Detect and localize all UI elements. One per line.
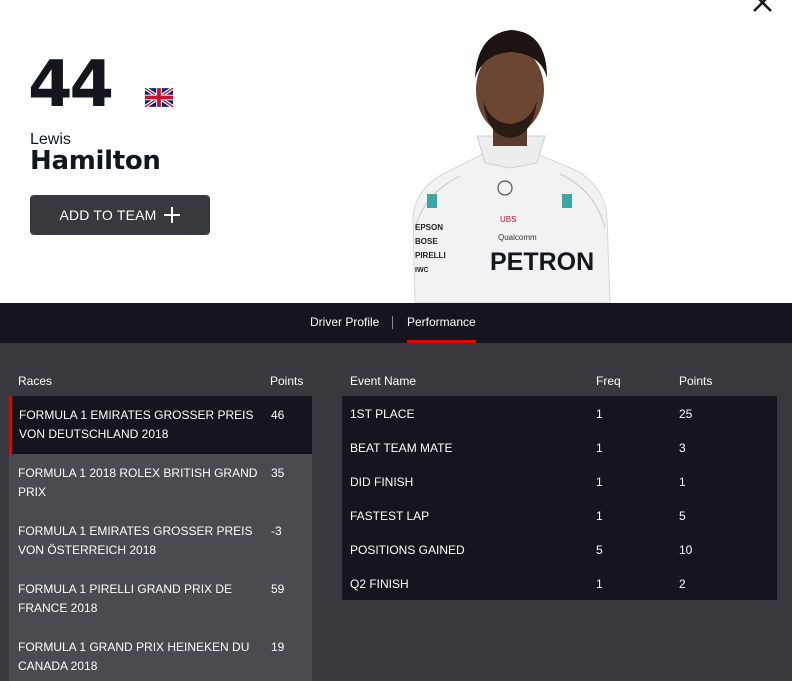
event-points: 2 bbox=[679, 577, 686, 591]
svg-text:Qualcomm: Qualcomm bbox=[498, 233, 537, 242]
event-row: DID FINISH 1 1 bbox=[342, 464, 777, 498]
svg-text:EPSON: EPSON bbox=[415, 223, 443, 232]
tab-label: Performance bbox=[407, 315, 476, 329]
tab-label: Driver Profile bbox=[310, 315, 380, 329]
event-freq: 1 bbox=[596, 407, 603, 421]
event-freq: 1 bbox=[596, 577, 603, 591]
event-points-column-header: Points bbox=[679, 374, 713, 388]
tab-driver-profile[interactable]: Driver Profile bbox=[310, 303, 379, 343]
event-name: BEAT TEAM MATE bbox=[350, 441, 453, 455]
race-name: FORMULA 1 2018 ROLEX BRITISH GRAND PRIX bbox=[18, 466, 258, 499]
event-freq: 1 bbox=[596, 441, 603, 455]
svg-text:BOSE: BOSE bbox=[415, 237, 438, 246]
race-points: 59 bbox=[271, 582, 285, 596]
race-row[interactable]: FORMULA 1 EMIRATES GROSSER PREIS VON ÖST… bbox=[9, 512, 312, 570]
event-row: Q2 FINISH 1 2 bbox=[342, 566, 777, 600]
race-name: FORMULA 1 EMIRATES GROSSER PREIS VON DEU… bbox=[19, 408, 254, 441]
uk-flag-icon bbox=[145, 87, 173, 108]
race-points: 35 bbox=[271, 466, 285, 480]
race-row[interactable]: FORMULA 1 2018 ROLEX BRITISH GRAND PRIX … bbox=[9, 454, 312, 512]
event-name: 1ST PLACE bbox=[350, 407, 415, 421]
svg-text:PIRELLI: PIRELLI bbox=[415, 251, 446, 260]
event-name: Q2 FINISH bbox=[350, 577, 409, 591]
race-points: -3 bbox=[271, 524, 282, 538]
event-points: 25 bbox=[679, 407, 693, 421]
svg-text:PETRON: PETRON bbox=[490, 248, 594, 276]
race-row[interactable]: FORMULA 1 EMIRATES GROSSER PREIS VON DEU… bbox=[9, 396, 312, 454]
race-name: FORMULA 1 GRAND PRIX HEINEKEN DU CANADA … bbox=[18, 640, 250, 673]
event-freq: 1 bbox=[596, 509, 603, 523]
event-freq: 1 bbox=[596, 475, 603, 489]
close-icon bbox=[753, 0, 772, 12]
driver-hero: 44 Lewis Hamilton ADD TO TEAM PETRON Qua… bbox=[0, 0, 792, 303]
event-row: 1ST PLACE 1 25 bbox=[342, 396, 777, 430]
race-row[interactable]: FORMULA 1 GRAND PRIX HEINEKEN DU CANADA … bbox=[9, 628, 312, 681]
svg-text:UBS: UBS bbox=[500, 215, 516, 224]
tab-performance[interactable]: Performance bbox=[407, 303, 476, 343]
race-name: FORMULA 1 EMIRATES GROSSER PREIS VON ÖST… bbox=[18, 524, 253, 557]
race-points-column-header: Points bbox=[270, 374, 304, 388]
driver-portrait: PETRON Qualcomm UBS EPSON BOSE PIRELLI I… bbox=[405, 18, 615, 303]
driver-number: 44 bbox=[28, 48, 114, 122]
add-to-team-button[interactable]: ADD TO TEAM bbox=[30, 195, 210, 235]
race-points: 19 bbox=[271, 640, 285, 654]
active-tab-indicator bbox=[407, 340, 476, 343]
close-button[interactable] bbox=[750, 0, 776, 16]
event-row: BEAT TEAM MATE 1 3 bbox=[342, 430, 777, 464]
races-table: FORMULA 1 EMIRATES GROSSER PREIS VON DEU… bbox=[9, 396, 312, 681]
driver-last-name: Hamilton bbox=[30, 146, 161, 176]
event-row: FASTEST LAP 1 5 bbox=[342, 498, 777, 532]
event-points: 5 bbox=[679, 509, 686, 523]
svg-text:IWC: IWC bbox=[415, 267, 429, 274]
events-table: 1ST PLACE 1 25 BEAT TEAM MATE 1 3 DID FI… bbox=[342, 396, 777, 600]
event-name: FASTEST LAP bbox=[350, 509, 430, 523]
plus-icon bbox=[163, 206, 181, 224]
event-name: POSITIONS GAINED bbox=[350, 543, 465, 557]
event-name: DID FINISH bbox=[350, 475, 414, 489]
event-points: 10 bbox=[679, 543, 693, 557]
event-points: 1 bbox=[679, 475, 686, 489]
race-name: FORMULA 1 PIRELLI GRAND PRIX DE FRANCE 2… bbox=[18, 582, 233, 615]
event-row: POSITIONS GAINED 5 10 bbox=[342, 532, 777, 566]
add-to-team-label: ADD TO TEAM bbox=[59, 207, 157, 223]
event-points: 3 bbox=[679, 441, 686, 455]
freq-column-header: Freq bbox=[596, 374, 621, 388]
event-name-column-header: Event Name bbox=[350, 374, 417, 388]
tab-divider bbox=[392, 316, 393, 329]
races-column-header: Races bbox=[18, 374, 53, 388]
event-freq: 5 bbox=[596, 543, 603, 557]
tab-bar: Driver Profile Performance bbox=[0, 303, 792, 343]
race-points: 46 bbox=[271, 408, 285, 422]
race-row[interactable]: FORMULA 1 PIRELLI GRAND PRIX DE FRANCE 2… bbox=[9, 570, 312, 628]
